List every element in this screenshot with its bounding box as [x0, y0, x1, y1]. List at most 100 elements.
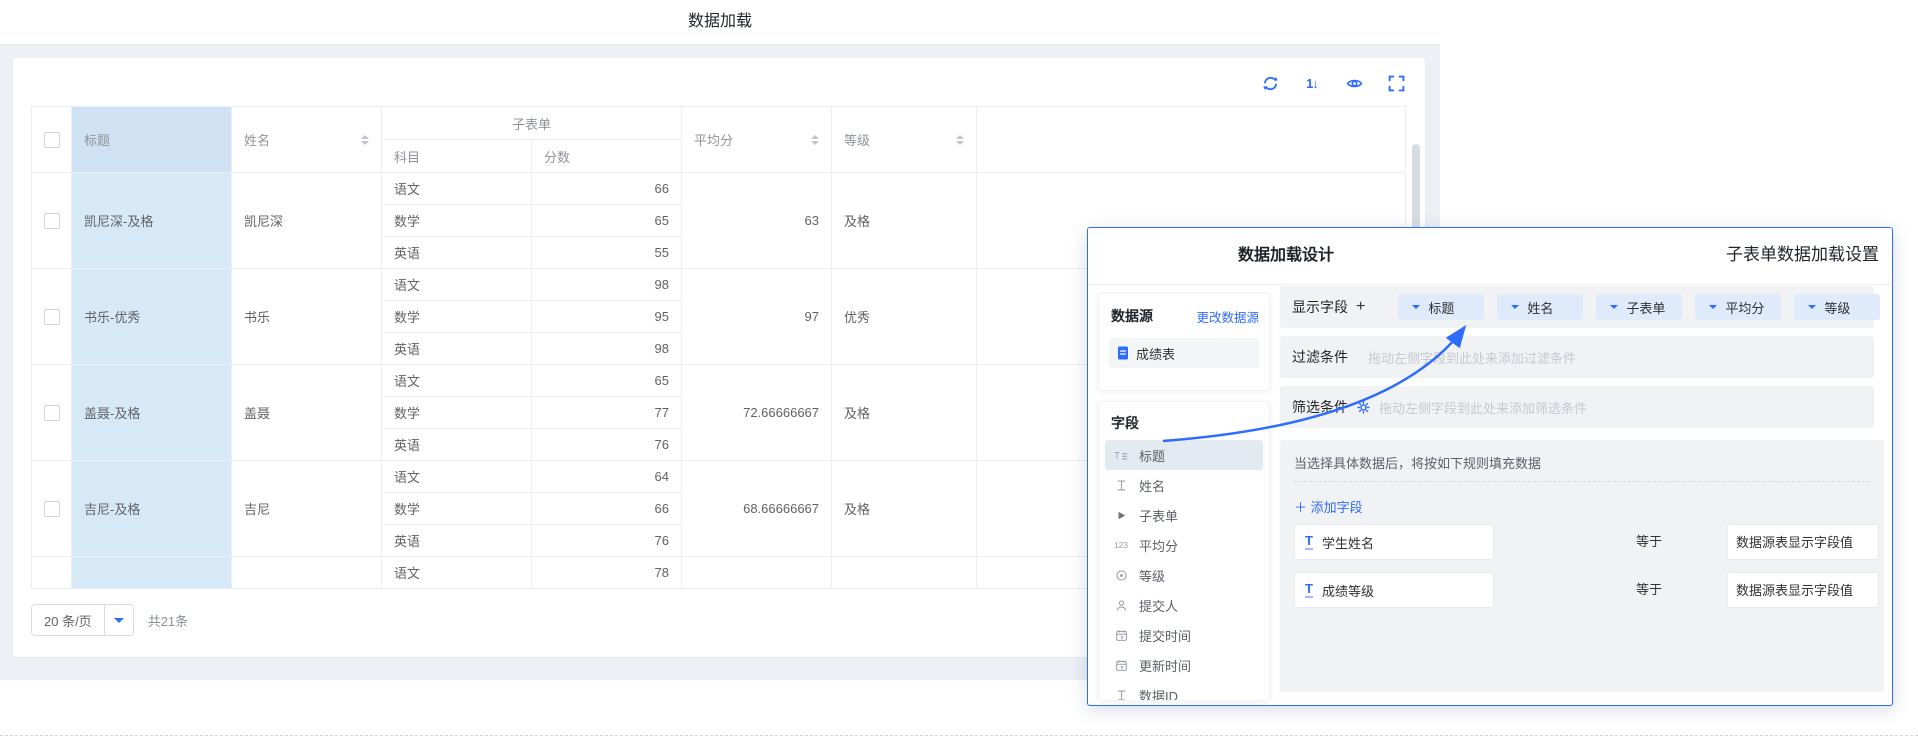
add-field-link[interactable]: ＋ 添加字段: [1294, 497, 1363, 516]
total-count: 共21条: [148, 611, 188, 630]
page-size-dropdown[interactable]: [104, 605, 133, 635]
subject-cell: 数学: [382, 301, 532, 333]
col-header-filler: [977, 107, 1406, 173]
field-item-平均分[interactable]: 123平均分: [1105, 530, 1263, 560]
name-cell: 吉尼: [232, 461, 382, 557]
score-cell: 66: [532, 493, 682, 525]
grade-cell: [832, 557, 977, 589]
field-item-姓名[interactable]: 姓名: [1105, 470, 1263, 500]
field-item-数据ID[interactable]: 数据ID: [1105, 680, 1263, 701]
display-field-tag-标题[interactable]: 标题: [1398, 294, 1484, 320]
field-item-标题[interactable]: T标题: [1105, 440, 1263, 470]
field-list: T标题姓名子表单 123平均分等级提交人提交时间更新时间数据ID: [1099, 440, 1269, 701]
eye-icon[interactable]: [1345, 74, 1363, 92]
tag-label: 子表单: [1626, 298, 1665, 317]
field-item-label: 提交时间: [1139, 626, 1191, 645]
chevron-down-icon: [1610, 305, 1618, 313]
col-header-name[interactable]: 姓名: [232, 107, 382, 173]
rule-operator: 等于: [1636, 524, 1662, 560]
subject-cell: 英语: [382, 333, 532, 365]
col-header-subform: 子表单: [382, 107, 682, 140]
canvas-edge-divider: [0, 735, 1918, 736]
score-cell: 98: [532, 333, 682, 365]
field-item-label: 平均分: [1139, 536, 1178, 555]
datasource-card: 数据源 更改数据源 成绩表: [1098, 293, 1270, 391]
filter-drop-zone[interactable]: 过滤条件 拖动左侧字段到此处来添加过滤条件: [1280, 336, 1874, 378]
panel-header: 数据加载设计 子表单数据加载设置: [1088, 228, 1892, 285]
row-select-cell: [32, 365, 72, 461]
grade-cell: 及格: [832, 461, 977, 557]
display-field-tag-姓名[interactable]: 姓名: [1497, 294, 1583, 320]
sift-label: 筛选条件: [1292, 397, 1348, 417]
sort-caret[interactable]: [956, 135, 964, 145]
rule-field-select[interactable]: T学生姓名: [1294, 524, 1494, 560]
title-cell: [72, 557, 232, 589]
table-row: 凯尼深-及格凯尼深语文6663及格: [32, 173, 1406, 205]
title-icon: T: [1111, 448, 1131, 462]
datasource-item[interactable]: 成绩表: [1109, 338, 1259, 368]
display-field-tag-等级[interactable]: 等级: [1794, 294, 1880, 320]
page-size-select[interactable]: 20 条/页: [31, 604, 134, 636]
col-header-score: 分数: [532, 140, 682, 173]
calendar-icon: [1111, 659, 1131, 672]
score-cell: 98: [532, 269, 682, 301]
rule-value-select[interactable]: 数据源表显示字段值: [1727, 524, 1879, 560]
col-header-subject: 科目: [382, 140, 532, 173]
row-checkbox[interactable]: [44, 405, 60, 421]
row-checkbox[interactable]: [44, 213, 60, 229]
field-item-label: 子表单: [1139, 506, 1178, 525]
page-size-value: 20 条/页: [32, 611, 104, 630]
field-item-子表单[interactable]: 子表单: [1105, 500, 1263, 530]
grade-cell: 优秀: [832, 269, 977, 365]
chevron-down-icon: [1511, 305, 1519, 313]
subject-cell: 数学: [382, 205, 532, 237]
name-cell: 书乐: [232, 269, 382, 365]
score-cell: 64: [532, 461, 682, 493]
sort-caret[interactable]: [361, 135, 369, 145]
score-cell: 76: [532, 525, 682, 557]
display-fields-strip: 显示字段 + 标题姓名子表单平均分等级: [1280, 286, 1874, 328]
sort-icon[interactable]: 1↓: [1303, 74, 1321, 92]
rule-value-select[interactable]: 数据源表显示字段值: [1727, 572, 1879, 608]
rule-row: T成绩等级等于数据源表显示字段值: [1280, 572, 1884, 608]
score-cell: 65: [532, 365, 682, 397]
add-display-field-button[interactable]: +: [1356, 298, 1365, 316]
display-field-tag-平均分[interactable]: 平均分: [1695, 294, 1781, 320]
row-select-cell: [32, 269, 72, 365]
sort-caret[interactable]: [811, 135, 819, 145]
rule-field-select[interactable]: T成绩等级: [1294, 572, 1494, 608]
subject-cell: 数学: [382, 493, 532, 525]
change-datasource-link[interactable]: 更改数据源: [1196, 307, 1259, 326]
select-all-checkbox[interactable]: [44, 132, 60, 148]
col-header-avg[interactable]: 平均分: [682, 107, 832, 173]
chevron-down-icon: [1709, 305, 1717, 313]
display-field-tag-子表单[interactable]: 子表单: [1596, 294, 1682, 320]
tag-label: 标题: [1428, 298, 1454, 317]
screen: 数据加载 × 1↓: [0, 0, 1918, 739]
panel-subtitle: 子表单数据加载设置: [1726, 228, 1879, 282]
fullscreen-icon[interactable]: [1387, 74, 1405, 92]
row-checkbox[interactable]: [44, 309, 60, 325]
avg-cell: 72.66666667: [682, 365, 832, 461]
gear-icon[interactable]: [1357, 401, 1370, 414]
field-item-label: 姓名: [1139, 476, 1165, 495]
col-header-title[interactable]: 标题: [72, 107, 232, 173]
row-select-cell: [32, 173, 72, 269]
col-header-grade[interactable]: 等级: [832, 107, 977, 173]
field-item-提交人[interactable]: 提交人: [1105, 590, 1263, 620]
grade-cell: 及格: [832, 365, 977, 461]
refresh-icon[interactable]: [1261, 74, 1279, 92]
subject-cell: 语文: [382, 557, 532, 589]
fields-label: 字段: [1111, 413, 1269, 433]
field-item-提交时间[interactable]: 提交时间: [1105, 620, 1263, 650]
field-item-等级[interactable]: 等级: [1105, 560, 1263, 590]
sift-drop-zone[interactable]: 筛选条件 拖动左侧字段到此处来添加筛选条件: [1280, 386, 1874, 428]
grade-cell: 及格: [832, 173, 977, 269]
subject-cell: 数学: [382, 397, 532, 429]
dialog-title: 数据加载: [0, 0, 1440, 44]
field-item-更新时间[interactable]: 更新时间: [1105, 650, 1263, 680]
name-cell: 凯尼深: [232, 173, 382, 269]
row-checkbox[interactable]: [44, 501, 60, 517]
tag-label: 等级: [1824, 298, 1850, 317]
rule-field-label: 成绩等级: [1322, 581, 1374, 600]
